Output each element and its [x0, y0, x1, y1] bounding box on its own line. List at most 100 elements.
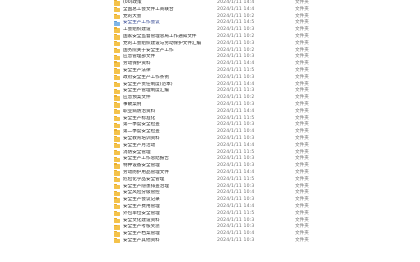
file-row[interactable]: 第一季度安全检查 2024/1/11 10:3 文件夹 [0, 122, 420, 129]
file-type: 文件夹 [295, 169, 309, 175]
folder-icon [114, 170, 120, 176]
file-date: 2024/1/11 10:3 [217, 237, 255, 243]
file-name: 危险化学品安全管理 [123, 176, 165, 182]
file-name: 应急预案文件 [123, 95, 151, 101]
file-row[interactable]: 劳动防护用品管理文件 2024/1/11 14:4 文件夹 [0, 170, 420, 177]
folder-icon [114, 176, 120, 183]
file-name: 安全生产隐患排查治理 [123, 183, 169, 189]
folder-icon [114, 115, 120, 122]
file-name: 安全生产费用管理 [123, 203, 160, 209]
file-name: 安全生产法律 [123, 67, 151, 73]
folder-icon [114, 6, 120, 13]
file-date: 2024/1/11 10:3 [217, 135, 255, 141]
file-name: 安全生产档案管理 [123, 231, 160, 237]
file-type: 文件夹 [295, 210, 309, 216]
file-row[interactable]: 消防安全管理 2024/1/11 11:5 文件夹 [0, 150, 420, 157]
file-row[interactable]: 安全生产月活动 2024/1/11 14:4 文件夹 [0, 143, 420, 150]
file-row[interactable]: 党的大会 2024/1/11 10:2 文件夹 [0, 14, 420, 21]
file-date: 2024/1/11 14:4 [217, 203, 255, 209]
folder-icon [114, 0, 120, 6]
file-type: 文件夹 [295, 108, 309, 114]
file-name: 安全生产会议记录 [123, 197, 160, 203]
folder-icon [114, 40, 120, 47]
folder-icon [114, 156, 120, 162]
file-row[interactable]: 事故案例 2024/1/11 10:3 文件夹 [0, 102, 420, 109]
file-row[interactable]: 安全生产管理制度汇编 2024/1/11 11:3 文件夹 [0, 88, 420, 95]
file-date: 2024/1/11 11:5 [217, 210, 255, 216]
file-row[interactable]: 特种设备安全管理 2024/1/11 10:3 文件夹 [0, 163, 420, 170]
file-row[interactable]: 安全生产标准化 2024/1/11 11:5 文件夹 [0, 116, 420, 123]
folder-icon [114, 20, 120, 26]
file-row[interactable]: 安全文化建设资料 2024/1/11 10:3 文件夹 [0, 218, 420, 225]
file-row[interactable]: 国务院关于安全生产工作 2024/1/11 10:2 文件夹 [0, 48, 420, 55]
folder-icon [114, 238, 120, 244]
file-row[interactable]: (00)政策 2024/1/11 14:4 文件夹 [0, 0, 420, 7]
file-name: 工会组织建设 [123, 27, 151, 33]
file-name: 党的大会 [123, 13, 142, 19]
file-date: 2024/1/11 14:4 [217, 0, 255, 5]
file-row[interactable]: 安全生产档案管理 2024/1/11 10:4 文件夹 [0, 231, 420, 238]
folder-icon [114, 68, 120, 74]
file-row[interactable]: 党的工会组织建设与劳动保护文件汇编 2024/1/11 10:3 文件夹 [0, 41, 420, 48]
file-type: 文件夹 [295, 0, 309, 5]
file-row[interactable]: 安全生产会议记录 2024/1/11 10:3 文件夹 [0, 197, 420, 204]
file-date: 2024/1/11 14:4 [217, 61, 255, 67]
file-row[interactable]: 工会组织建设 2024/1/11 10:3 文件夹 [0, 27, 420, 34]
folder-icon [114, 88, 120, 94]
file-row[interactable]: 政府安全生产工作条例 2024/1/11 10:3 文件夹 [0, 75, 420, 82]
file-name: 劳动防护用品管理文件 [123, 169, 169, 175]
file-type: 文件夹 [295, 67, 309, 73]
folder-icon [114, 47, 120, 54]
file-type: 文件夹 [295, 40, 309, 46]
file-name: 事故案例 [123, 101, 142, 107]
file-row[interactable]: 应急管理部文件 2024/1/11 10:3 文件夹 [0, 54, 420, 61]
file-row[interactable]: 安全生产工作会议 2024/1/11 14:5 文件夹 [0, 20, 420, 27]
file-row[interactable]: 安全生产隐患排查治理 2024/1/11 10:3 文件夹 [0, 184, 420, 191]
folder-icon [114, 231, 120, 237]
folder-icon [114, 108, 120, 115]
file-row[interactable]: 安全生产考核奖惩 2024/1/11 10:3 文件夹 [0, 224, 420, 231]
file-row[interactable]: 劳动保护资料 2024/1/11 14:4 文件夹 [0, 61, 420, 68]
file-type: 文件夹 [295, 231, 309, 237]
file-date: 2024/1/11 10:4 [217, 129, 255, 135]
file-row[interactable]: 全国总工会文件工商联合 2024/1/11 14:4 文件夹 [0, 7, 420, 14]
file-type: 文件夹 [295, 203, 309, 209]
file-date: 2024/1/11 10:3 [217, 101, 255, 107]
folder-icon [114, 81, 120, 88]
file-name: 安全生产管理制度汇编 [123, 88, 169, 94]
folder-icon [114, 95, 120, 101]
file-date: 2024/1/11 10:3 [217, 74, 255, 80]
file-row[interactable]: 安全生产责任制度(范本) 2024/1/11 14:4 文件夹 [0, 82, 420, 89]
folder-icon [114, 149, 120, 156]
file-row[interactable]: 国家安全监督管理总局工作通知文件 2024/1/11 10:2 文件夹 [0, 34, 420, 41]
file-row[interactable]: 职业病防治资料 2024/1/11 14:4 文件夹 [0, 109, 420, 116]
file-row[interactable]: 安全生产工作总结报告 2024/1/11 10:3 文件夹 [0, 156, 420, 163]
file-name: 安全教育培训资料 [123, 135, 160, 141]
file-type: 文件夹 [295, 27, 309, 33]
file-row[interactable]: 应急预案文件 2024/1/11 10:2 文件夹 [0, 95, 420, 102]
file-type: 文件夹 [295, 142, 309, 148]
file-row[interactable]: 安全教育培训资料 2024/1/11 10:3 文件夹 [0, 136, 420, 143]
file-row[interactable]: 第二季度安全检查 2024/1/11 10:4 文件夹 [0, 129, 420, 136]
file-row[interactable]: 安全生产费用管理 2024/1/11 14:4 文件夹 [0, 204, 420, 211]
file-row[interactable]: 危险化学品安全管理 2024/1/11 11:5 文件夹 [0, 177, 420, 184]
file-row[interactable]: 外包单位安全管理 2024/1/11 11:5 文件夹 [0, 211, 420, 218]
file-name: 安全生产考核奖惩 [123, 224, 160, 230]
file-name: 政府安全生产工作条例 [123, 74, 169, 80]
folder-icon [114, 217, 120, 224]
file-row[interactable]: 安全生产其他资料 2024/1/11 10:3 文件夹 [0, 238, 420, 245]
file-type: 文件夹 [295, 33, 309, 39]
file-type: 文件夹 [295, 101, 309, 107]
file-date: 2024/1/11 10:4 [217, 231, 255, 237]
file-type: 文件夹 [295, 129, 309, 135]
file-name: 安全生产标准化 [123, 115, 156, 121]
file-type: 文件夹 [295, 237, 309, 243]
folder-icon [114, 129, 120, 135]
file-date: 2024/1/11 10:3 [217, 40, 255, 46]
file-type: 文件夹 [295, 197, 309, 203]
file-row[interactable]: 安全生产法律 2024/1/11 11:5 文件夹 [0, 68, 420, 75]
file-row[interactable]: 安全风险分级管控 2024/1/11 10:4 文件夹 [0, 190, 420, 197]
file-name: 全国总工会文件工商联合 [123, 6, 174, 12]
file-name: (00)政策 [123, 0, 142, 5]
file-list: (00)政策 2024/1/11 14:4 文件夹 全国总工会文件工商联合 2024/1… [0, 0, 420, 245]
